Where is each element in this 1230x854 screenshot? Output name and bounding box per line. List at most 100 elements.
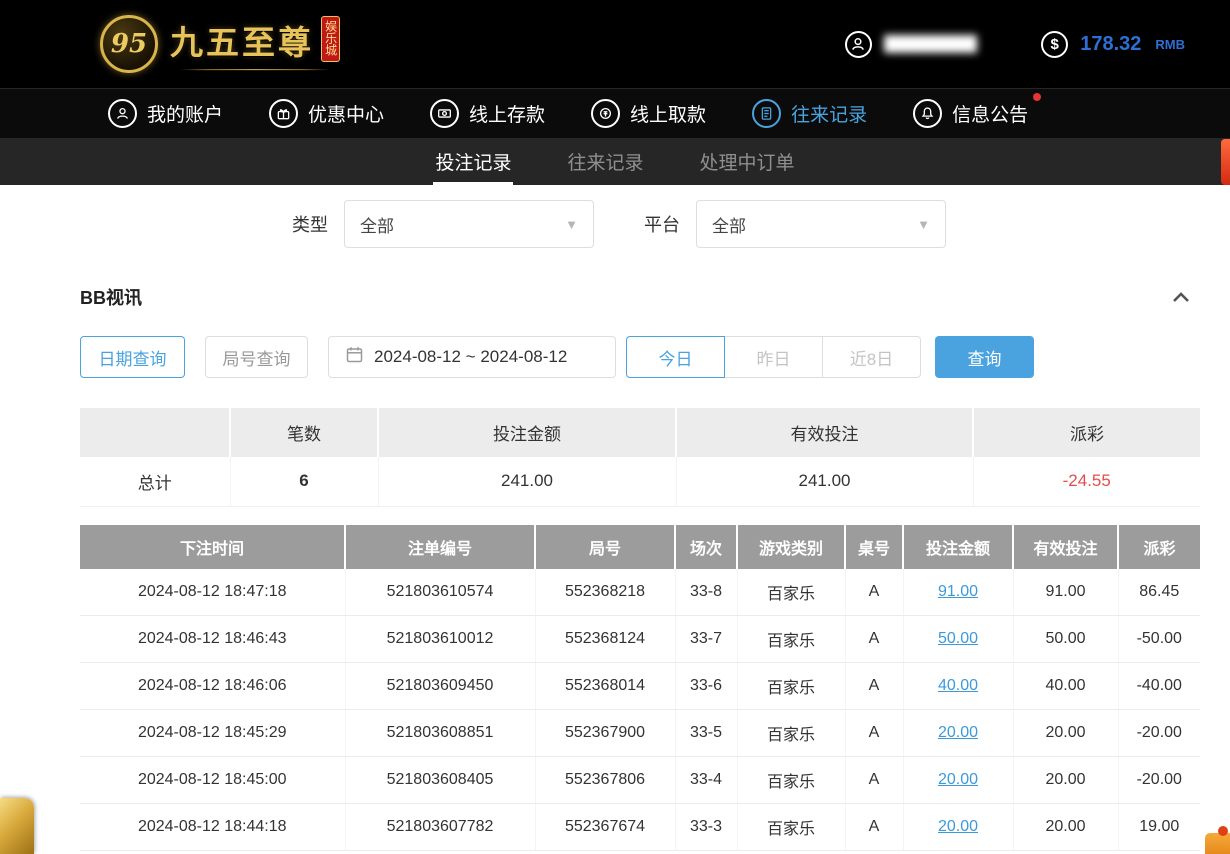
nav-item-label: 往来记录 bbox=[791, 100, 867, 127]
cell-session: 33-5 bbox=[675, 710, 737, 757]
tab-processing-orders[interactable]: 处理中订单 bbox=[694, 138, 801, 185]
bet-amount-link[interactable]: 91.00 bbox=[938, 583, 978, 600]
summary-header-blank bbox=[80, 408, 230, 457]
section-header: BB视讯 bbox=[80, 284, 1200, 310]
bet-amount-link[interactable]: 20.00 bbox=[938, 818, 978, 835]
nav-item-transaction-records[interactable]: 往来记录 bbox=[752, 99, 867, 128]
nav-item-label: 线上取款 bbox=[630, 100, 706, 127]
site-logo[interactable]: 95 九五至尊 娱乐城 bbox=[100, 15, 340, 73]
service-widget-dot bbox=[1218, 826, 1228, 836]
account-person-icon bbox=[108, 99, 137, 128]
topbar: 95 九五至尊 娱乐城 ██████████ $ 178.32 RMB bbox=[0, 0, 1230, 88]
cell-bet-amount: 91.00 bbox=[903, 569, 1013, 616]
recent-8-days-button[interactable]: 近8日 bbox=[822, 336, 921, 378]
cell-session: 33-3 bbox=[675, 804, 737, 851]
cell-order-number: 521803610012 bbox=[345, 616, 535, 663]
gift-icon bbox=[269, 99, 298, 128]
user-icon bbox=[845, 31, 872, 58]
edge-floating-widget[interactable] bbox=[1221, 139, 1230, 185]
summary-header-count: 笔数 bbox=[230, 408, 378, 457]
cell-table-number: A bbox=[845, 616, 903, 663]
tab-betting-records[interactable]: 投注记录 bbox=[429, 138, 517, 185]
section-title: BB视讯 bbox=[80, 284, 142, 310]
type-select[interactable]: 全部 ▼ bbox=[344, 200, 594, 248]
cell-payout: -20.00 bbox=[1118, 710, 1200, 757]
date-query-button[interactable]: 日期查询 bbox=[80, 336, 185, 378]
date-range-input[interactable]: 2024-08-12 ~ 2024-08-12 bbox=[328, 336, 616, 378]
balance-display: $ 178.32 RMB bbox=[1041, 31, 1185, 58]
balance-currency: RMB bbox=[1155, 37, 1185, 52]
yesterday-button[interactable]: 昨日 bbox=[724, 336, 823, 378]
table-row: 2024-08-12 18:45:00 521803608405 5523678… bbox=[80, 757, 1200, 804]
cell-valid-bet: 20.00 bbox=[1013, 710, 1118, 757]
dollar-icon: $ bbox=[1041, 31, 1068, 58]
cell-valid-bet: 91.00 bbox=[1013, 569, 1118, 616]
cell-order-number: 521803609450 bbox=[345, 663, 535, 710]
type-filter-label: 类型 bbox=[292, 211, 328, 237]
bet-amount-link[interactable]: 20.00 bbox=[938, 724, 978, 741]
cell-game-type: 百家乐 bbox=[737, 757, 845, 804]
cell-payout: -40.00 bbox=[1118, 663, 1200, 710]
col-game-type: 游戏类别 bbox=[737, 525, 845, 569]
cell-game-type: 百家乐 bbox=[737, 663, 845, 710]
round-query-button[interactable]: 局号查询 bbox=[205, 336, 308, 378]
nav-item-online-deposit[interactable]: 线上存款 bbox=[430, 99, 545, 128]
chevron-down-icon: ▼ bbox=[565, 217, 578, 232]
platform-filter-label: 平台 bbox=[644, 211, 680, 237]
bet-amount-link[interactable]: 20.00 bbox=[938, 771, 978, 788]
nav-item-label: 优惠中心 bbox=[308, 100, 384, 127]
summary-total-label: 总计 bbox=[80, 457, 230, 506]
bet-amount-link[interactable]: 50.00 bbox=[938, 630, 978, 647]
bell-icon bbox=[913, 99, 942, 128]
username-blurred: ██████████ bbox=[884, 35, 977, 53]
summary-bet-value: 241.00 bbox=[378, 457, 676, 506]
main-nav: 我的账户 优惠中心 线上存款 线上取款 往来记录 bbox=[0, 88, 1230, 138]
tab-label: 投注记录 bbox=[435, 148, 511, 175]
cell-session: 33-6 bbox=[675, 663, 737, 710]
summary-header-payout: 派彩 bbox=[973, 408, 1200, 457]
cell-game-type: 百家乐 bbox=[737, 616, 845, 663]
account-menu[interactable]: ██████████ bbox=[845, 31, 977, 58]
collapse-section-button[interactable] bbox=[1172, 292, 1190, 303]
cell-valid-bet: 50.00 bbox=[1013, 616, 1118, 663]
table-row: 2024-08-12 18:46:06 521803609450 5523680… bbox=[80, 663, 1200, 710]
summary-header-row: 笔数 投注金额 有效投注 派彩 bbox=[80, 408, 1200, 457]
today-button[interactable]: 今日 bbox=[626, 336, 725, 378]
notification-dot bbox=[1033, 93, 1041, 101]
search-button[interactable]: 查询 bbox=[935, 336, 1034, 378]
cell-bet-amount: 20.00 bbox=[903, 757, 1013, 804]
cell-session: 33-8 bbox=[675, 569, 737, 616]
summary-valid-value: 241.00 bbox=[676, 457, 973, 506]
tab-transaction-records[interactable]: 往来记录 bbox=[561, 138, 649, 185]
balance-amount: 178.32 bbox=[1080, 33, 1141, 56]
cell-bet-time: 2024-08-12 18:45:29 bbox=[80, 710, 345, 757]
cell-valid-bet: 40.00 bbox=[1013, 663, 1118, 710]
nav-item-online-withdrawal[interactable]: 线上取款 bbox=[591, 99, 706, 128]
platform-select[interactable]: 全部 ▼ bbox=[696, 200, 946, 248]
record-tabs: 投注记录 往来记录 处理中订单 bbox=[0, 138, 1230, 185]
nav-item-my-account[interactable]: 我的账户 bbox=[108, 99, 223, 128]
cell-table-number: A bbox=[845, 663, 903, 710]
cell-order-number: 521803610574 bbox=[345, 569, 535, 616]
tab-label: 往来记录 bbox=[567, 148, 643, 175]
cell-round-number: 552368218 bbox=[535, 569, 675, 616]
cell-game-type: 百家乐 bbox=[737, 710, 845, 757]
bottom-left-promo-widget[interactable] bbox=[0, 798, 34, 854]
bet-amount-link[interactable]: 40.00 bbox=[938, 677, 978, 694]
col-session: 场次 bbox=[675, 525, 737, 569]
nav-item-promotions[interactable]: 优惠中心 bbox=[269, 99, 384, 128]
quick-date-group: 今日 昨日 近8日 bbox=[626, 336, 921, 378]
page: 95 九五至尊 娱乐城 ██████████ $ 178.32 RMB bbox=[0, 0, 1230, 854]
col-order-number: 注单编号 bbox=[345, 525, 535, 569]
cell-bet-time: 2024-08-12 18:45:00 bbox=[80, 757, 345, 804]
cell-table-number: A bbox=[845, 804, 903, 851]
col-valid-bet: 有效投注 bbox=[1013, 525, 1118, 569]
nav-item-announcements[interactable]: 信息公告 bbox=[913, 99, 1028, 128]
table-row: 2024-08-12 18:47:18 521803610574 5523682… bbox=[80, 569, 1200, 616]
col-table-number: 桌号 bbox=[845, 525, 903, 569]
cell-game-type: 百家乐 bbox=[737, 569, 845, 616]
cell-round-number: 552367900 bbox=[535, 710, 675, 757]
bottom-right-service-widget[interactable] bbox=[1205, 833, 1230, 854]
cell-valid-bet: 20.00 bbox=[1013, 804, 1118, 851]
content: 类型 全部 ▼ 平台 全部 ▼ BB视讯 日期查询 局号查询 bbox=[0, 200, 1230, 851]
